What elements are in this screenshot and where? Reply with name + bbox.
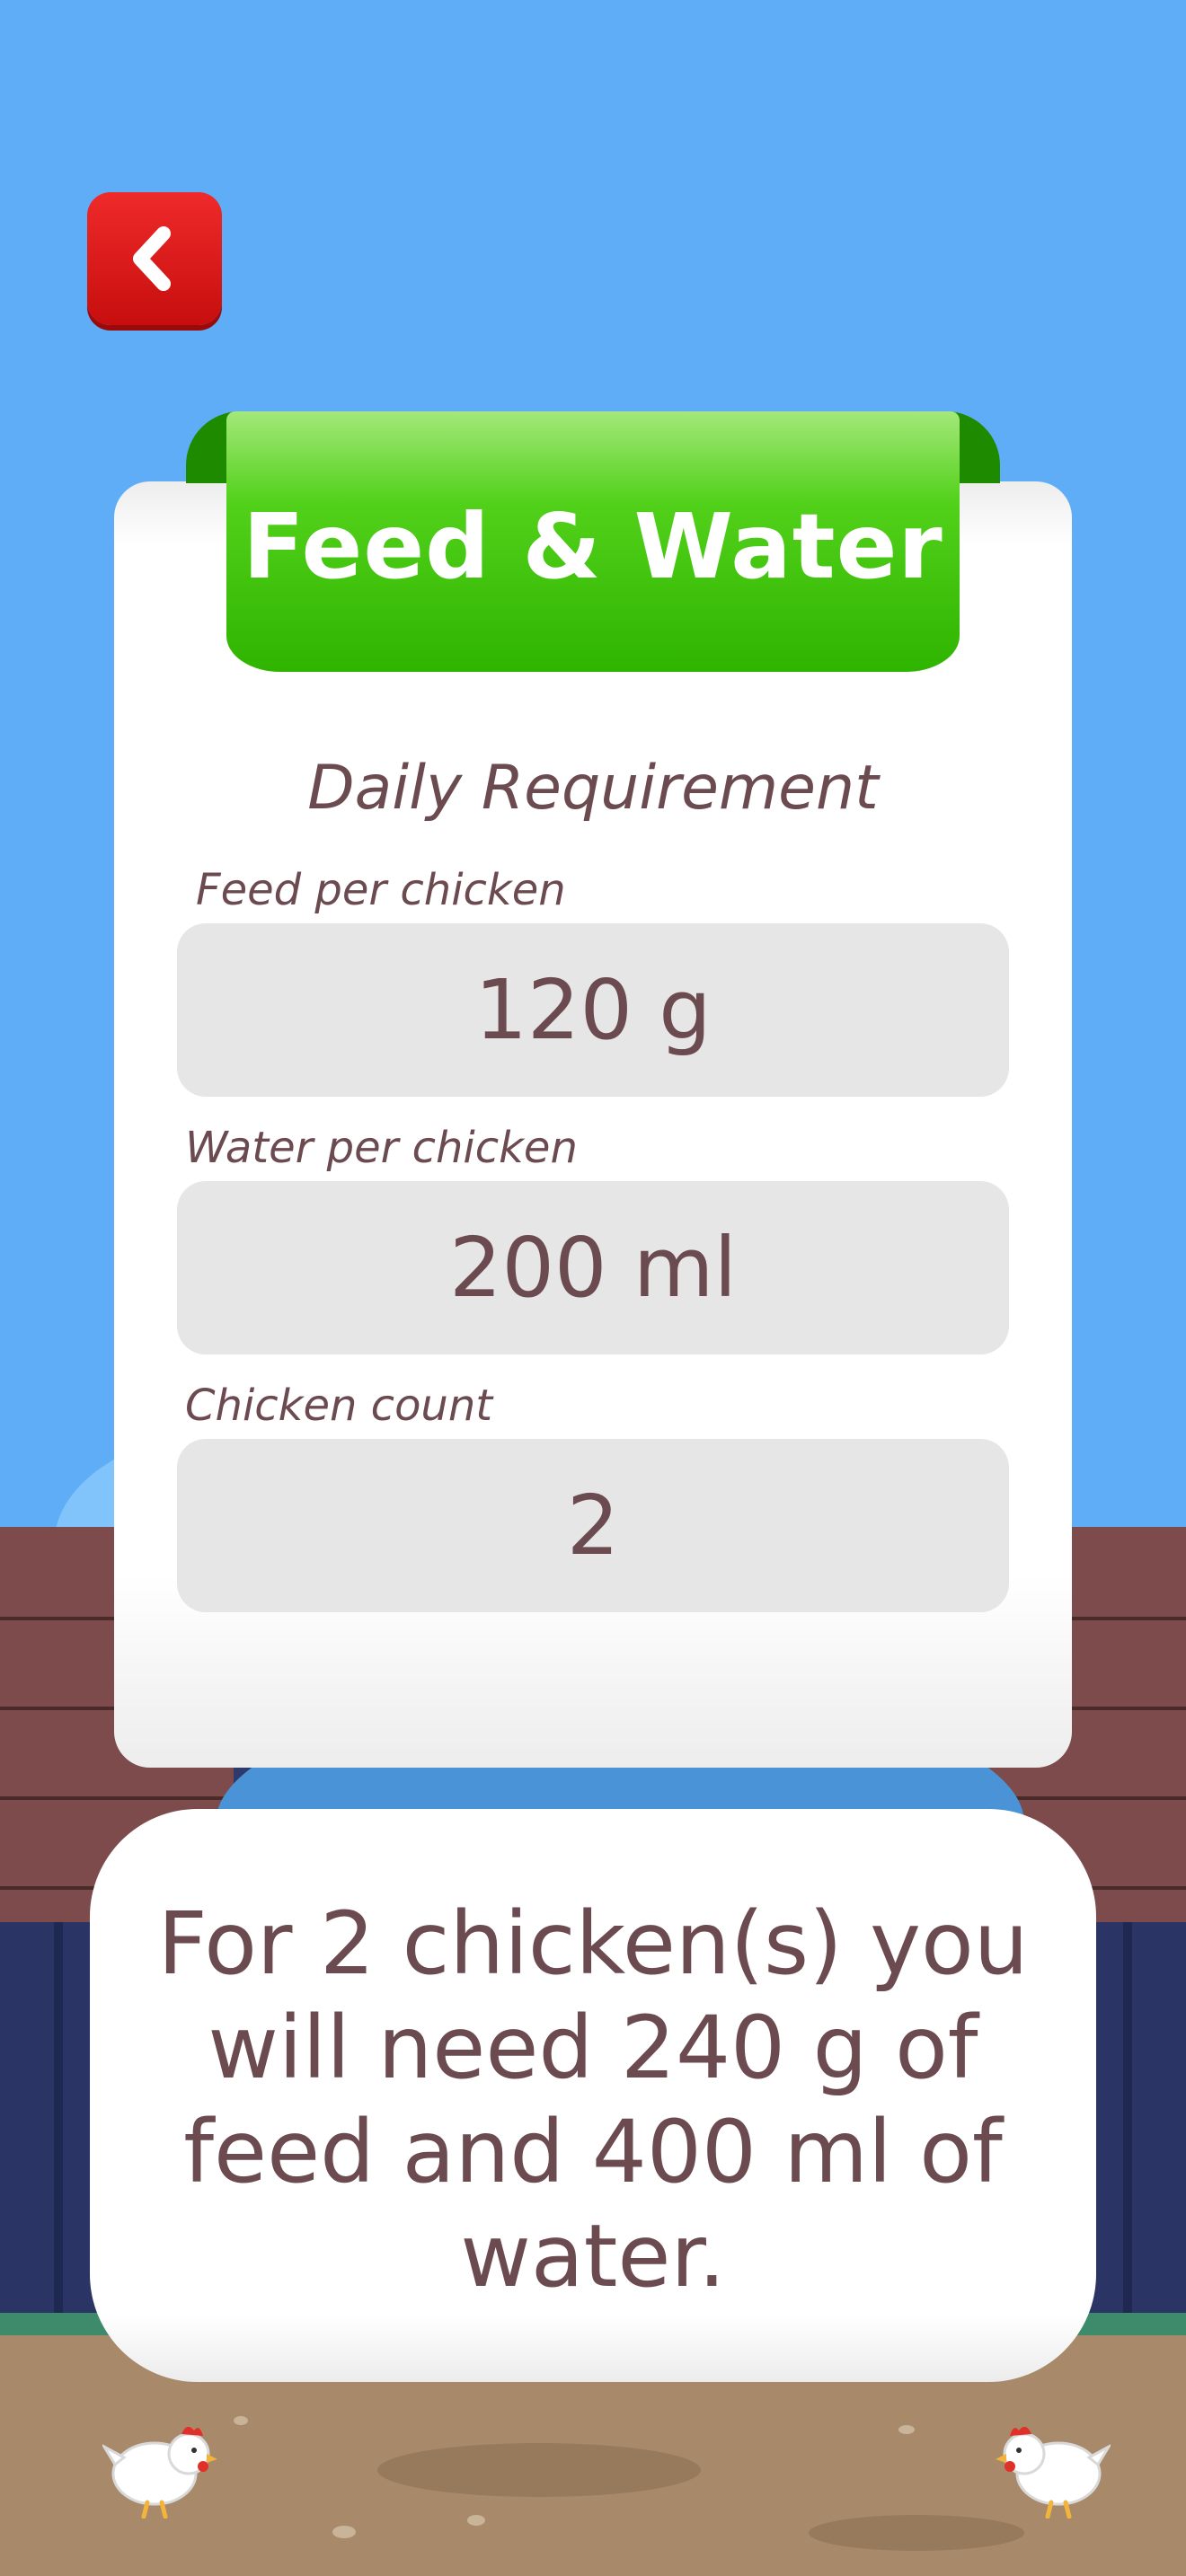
water-per-chicken-field[interactable]: 200 ml (177, 1181, 1009, 1354)
feed-per-chicken-value: 120 g (474, 962, 712, 1058)
chicken-count-value: 2 (566, 1478, 620, 1574)
result-text: For 2 chicken(s) you will need 240 g of … (157, 1893, 1029, 2307)
page-title: Feed & Water (243, 494, 943, 599)
feed-per-chicken-field[interactable]: 120 g (177, 923, 1009, 1097)
chevron-left-icon (133, 226, 171, 291)
back-button[interactable] (87, 192, 222, 325)
title-ribbon: Feed & Water (226, 411, 960, 672)
water-per-chicken-label: Water per chicken (185, 1123, 578, 1173)
feed-per-chicken-label: Feed per chicken (196, 865, 566, 915)
section-subtitle: Daily Requirement (307, 753, 879, 824)
result-panel: For 2 chicken(s) you will need 240 g of … (90, 1809, 1096, 2382)
chicken-count-field[interactable]: 2 (177, 1439, 1009, 1612)
water-per-chicken-value: 200 ml (448, 1220, 738, 1316)
chicken-icon (996, 2426, 1111, 2519)
chicken-count-label: Chicken count (185, 1381, 493, 1431)
chicken-icon (102, 2426, 217, 2519)
